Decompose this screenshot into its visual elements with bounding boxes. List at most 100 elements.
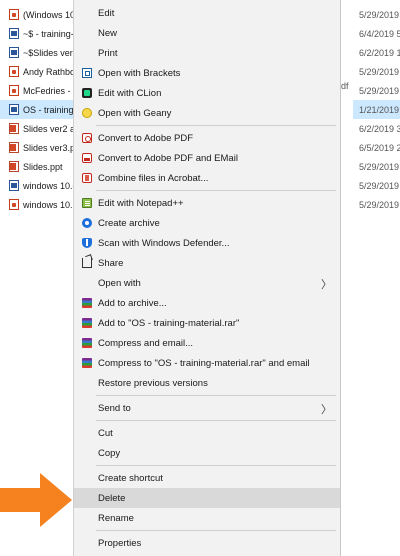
brackets-icon xyxy=(82,68,92,78)
file-name: ~$ - training- xyxy=(23,28,74,39)
menu-item-compress-email[interactable]: Compress and email... xyxy=(74,333,340,353)
menu-item-add-to-archive[interactable]: Add to archive... xyxy=(74,293,340,313)
menu-label: New xyxy=(98,27,118,39)
menu-item-edit-with-clion[interactable]: Edit with CLion xyxy=(74,83,340,103)
winrar-icon xyxy=(82,358,92,368)
ppt-file-icon xyxy=(9,161,19,172)
menu-label: Copy xyxy=(98,447,121,459)
winrar-icon xyxy=(82,298,92,308)
menu-label: Delete xyxy=(98,492,126,504)
menu-label: Compress and email... xyxy=(98,337,194,349)
submenu-arrow-icon: 〉 xyxy=(321,404,332,416)
menu-label: Edit with CLion xyxy=(98,87,162,99)
file-name: McFedries - Te xyxy=(23,85,78,96)
menu-label: Rename xyxy=(98,512,134,524)
menu-label: Print xyxy=(98,47,118,59)
menu-label: Compress to "OS - training-material.rar"… xyxy=(98,357,310,369)
menu-item-convert-to-pdf-email[interactable]: Convert to Adobe PDF and EMail xyxy=(74,148,340,168)
menu-separator xyxy=(96,465,336,466)
pdf-file-icon xyxy=(9,199,19,210)
menu-item-share[interactable]: Share xyxy=(74,253,340,273)
menu-item-edit[interactable]: Edit xyxy=(74,3,340,23)
menu-item-create-shortcut[interactable]: Create shortcut xyxy=(74,468,340,488)
menu-label: Cut xyxy=(98,427,113,439)
menu-item-scan-defender[interactable]: Scan with Windows Defender... xyxy=(74,233,340,253)
file-row[interactable]: Slides.ppt xyxy=(0,157,78,176)
file-row-selected[interactable]: OS - training- xyxy=(0,100,78,119)
ppt-file-icon xyxy=(9,123,19,134)
menu-label: Create shortcut xyxy=(98,472,163,484)
word-file-icon xyxy=(9,104,19,115)
menu-label: Share xyxy=(98,257,124,269)
file-row[interactable]: windows 10.p xyxy=(0,195,78,214)
windows-defender-icon xyxy=(82,238,92,248)
menu-item-print[interactable]: Print xyxy=(74,43,340,63)
menu-label: Send to xyxy=(98,402,131,414)
menu-label: Add to "OS - training-material.rar" xyxy=(98,317,240,329)
file-row[interactable]: ~$ - training- xyxy=(0,24,78,43)
file-row[interactable]: McFedries - Te xyxy=(0,81,78,100)
word-file-icon xyxy=(9,180,19,191)
file-list: (Windows 10) ~$ - training- ~$Slides ver… xyxy=(0,5,78,214)
file-name: Slides.ppt xyxy=(23,161,63,172)
file-date: 1/21/2019 1 xyxy=(353,100,400,119)
adobe-pdf-email-icon xyxy=(82,153,92,163)
file-row[interactable]: Andy Rathbon xyxy=(0,62,78,81)
menu-label: Open with Geany xyxy=(98,107,172,119)
file-date: 5/29/2019 1 xyxy=(359,9,400,20)
menu-separator xyxy=(96,125,336,126)
submenu-arrow-icon: 〉 xyxy=(321,279,332,291)
file-row[interactable]: Slides ver3.pp xyxy=(0,138,78,157)
file-name: Slides ver3.pp xyxy=(23,142,78,153)
acrobat-icon xyxy=(82,173,92,183)
menu-item-properties[interactable]: Properties xyxy=(74,533,340,553)
notepad-plus-plus-icon xyxy=(82,198,92,208)
file-date: 5/29/2019 1 xyxy=(359,66,400,77)
file-row[interactable]: (Windows 10) xyxy=(0,5,78,24)
menu-item-send-to[interactable]: Send to 〉 xyxy=(74,398,340,418)
file-row[interactable]: windows 10.d xyxy=(0,176,78,195)
file-date: 5/29/2019 1 xyxy=(359,85,400,96)
menu-label: Open with xyxy=(98,277,141,289)
menu-item-new[interactable]: New xyxy=(74,23,340,43)
menu-item-open-with[interactable]: Open with 〉 xyxy=(74,273,340,293)
menu-item-cut[interactable]: Cut xyxy=(74,423,340,443)
menu-item-restore-versions[interactable]: Restore previous versions xyxy=(74,373,340,393)
share-icon xyxy=(82,258,92,268)
file-row[interactable]: ~$Slides ver3 xyxy=(0,43,78,62)
menu-item-combine-acrobat[interactable]: Combine files in Acrobat... xyxy=(74,168,340,188)
menu-label: Properties xyxy=(98,537,142,549)
menu-item-compress-to-rar-email[interactable]: Compress to "OS - training-material.rar"… xyxy=(74,353,340,373)
menu-item-copy[interactable]: Copy xyxy=(74,443,340,463)
winrar-icon xyxy=(82,318,92,328)
menu-label: Scan with Windows Defender... xyxy=(98,237,230,249)
menu-item-delete[interactable]: Delete xyxy=(74,488,340,508)
file-name: (Windows 10) xyxy=(23,9,78,20)
menu-separator xyxy=(96,190,336,191)
file-date: 6/2/2019 3: xyxy=(359,123,400,134)
menu-label: Convert to Adobe PDF xyxy=(98,132,194,144)
partial-filename-text: df xyxy=(341,81,349,91)
menu-label: Edit with Notepad++ xyxy=(98,197,184,209)
menu-item-open-with-brackets[interactable]: Open with Brackets xyxy=(74,63,340,83)
menu-item-rename[interactable]: Rename xyxy=(74,508,340,528)
menu-label: Convert to Adobe PDF and EMail xyxy=(98,152,238,164)
clion-icon xyxy=(82,88,92,98)
menu-separator xyxy=(96,420,336,421)
menu-item-open-with-geany[interactable]: Open with Geany xyxy=(74,103,340,123)
file-date: 6/5/2019 2: xyxy=(359,142,400,153)
file-date: 6/2/2019 10 xyxy=(359,47,400,58)
file-row[interactable]: Slides ver2 ar xyxy=(0,119,78,138)
menu-item-create-archive[interactable]: Create archive xyxy=(74,213,340,233)
file-name: OS - training- xyxy=(23,104,77,115)
menu-item-edit-with-notepad[interactable]: Edit with Notepad++ xyxy=(74,193,340,213)
word-file-icon xyxy=(9,47,19,58)
menu-item-add-to-rar[interactable]: Add to "OS - training-material.rar" xyxy=(74,313,340,333)
menu-item-convert-to-pdf[interactable]: Convert to Adobe PDF xyxy=(74,128,340,148)
pdf-file-icon xyxy=(9,85,19,96)
pdf-file-icon xyxy=(9,9,19,20)
winrar-icon xyxy=(82,338,92,348)
pdf-file-icon xyxy=(9,66,19,77)
menu-separator xyxy=(96,395,336,396)
date-modified-column: 5/29/2019 1 6/4/2019 5: 6/2/2019 10 5/29… xyxy=(353,5,400,214)
